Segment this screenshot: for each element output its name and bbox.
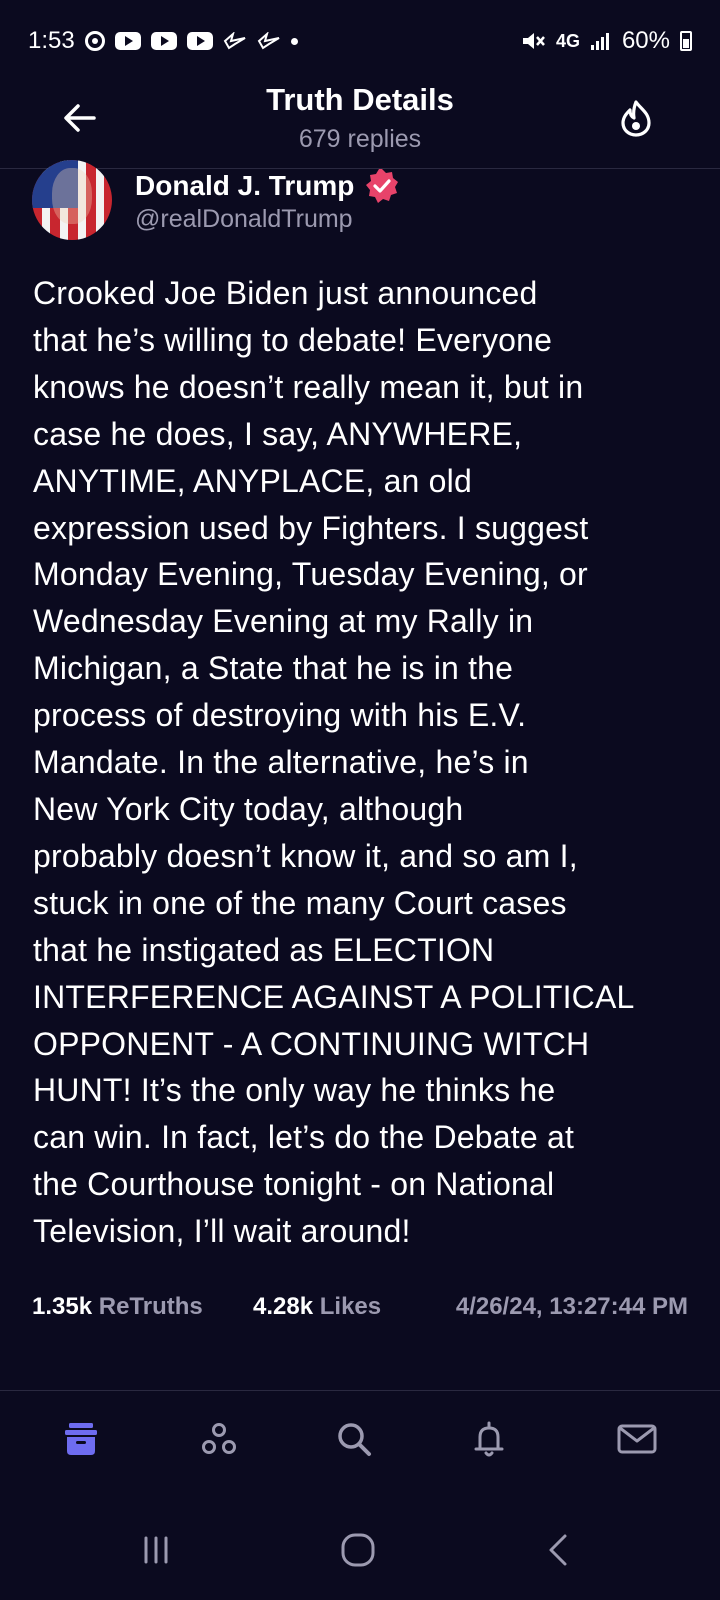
nav-messages[interactable] (609, 1411, 665, 1467)
author-name: Donald J. Trump (135, 170, 355, 201)
notification-circle-icon (84, 31, 105, 51)
battery-percent: 60% (621, 27, 670, 54)
nav-groups[interactable] (191, 1411, 247, 1467)
youtube-icon (186, 32, 213, 50)
groups-icon (202, 1423, 236, 1454)
nav-home[interactable] (53, 1411, 109, 1467)
header-titles: Truth Details 679 replies (0, 82, 720, 156)
dot-icon (290, 37, 298, 45)
flame-icon (621, 100, 651, 137)
author-handle[interactable]: @realDonaldTrump (135, 204, 353, 234)
trending-button[interactable] (614, 96, 658, 140)
status-left: 1:53 (28, 27, 298, 55)
post-text: Crooked Joe Biden just announced that he… (33, 275, 635, 1250)
likes-label: Likes (319, 1293, 382, 1320)
recents-icon (144, 1536, 168, 1564)
bottom-nav (0, 1391, 720, 1501)
retruths-stat[interactable]: 1.35k ReTruths (32, 1288, 203, 1326)
post-author: Donald J. Trump @realDonaldTrump (32, 160, 688, 248)
bell-icon (474, 1421, 504, 1457)
likes-count: 4.28k (253, 1293, 314, 1320)
nav-notifications[interactable] (461, 1411, 517, 1467)
page-title: Truth Details (266, 82, 454, 117)
network-type: 4G (555, 30, 580, 51)
status-bar: 1:53 4G 60% (0, 0, 720, 82)
header: Truth Details 679 replies (0, 82, 720, 169)
status-right: 4G 60% (520, 27, 692, 55)
reply-count: 679 replies (298, 125, 422, 153)
avatar[interactable] (32, 160, 112, 240)
retruths-count: 1.35k (32, 1293, 93, 1320)
retruths-label: ReTruths (98, 1293, 203, 1320)
author-name-row[interactable]: Donald J. Trump (135, 168, 400, 204)
back-system-button[interactable] (529, 1520, 589, 1580)
bird-icon (223, 32, 247, 50)
verified-badge-icon (364, 168, 400, 204)
mute-icon (520, 30, 546, 52)
mail-icon (617, 1424, 657, 1454)
youtube-icon (114, 32, 141, 50)
likes-stat[interactable]: 4.28k Likes (253, 1288, 381, 1326)
home-icon (65, 1423, 97, 1455)
home-system-button[interactable] (328, 1520, 388, 1580)
post-timestamp: 4/26/24, 13:27:44 PM (455, 1293, 688, 1320)
status-time: 1:53 (28, 27, 75, 54)
home-circle-icon (341, 1533, 375, 1567)
battery-icon (680, 31, 692, 51)
nav-search[interactable] (326, 1411, 382, 1467)
search-icon (338, 1423, 371, 1456)
recents-button[interactable] (126, 1520, 186, 1580)
signal-icon (590, 31, 612, 51)
youtube-icon (150, 32, 177, 50)
back-chevron-icon (549, 1534, 567, 1566)
screen: 1:53 4G 60% Truth Details 679 replies Do… (0, 0, 720, 1600)
system-nav (0, 1500, 720, 1600)
bird-icon (257, 32, 281, 50)
